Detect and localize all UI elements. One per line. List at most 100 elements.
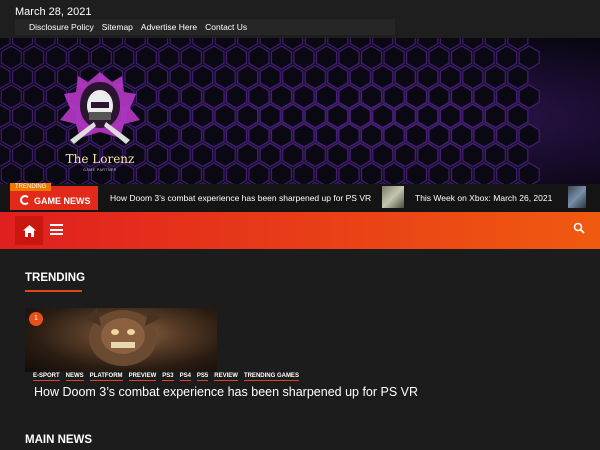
hex-cell <box>518 162 540 184</box>
hamburger-icon[interactable] <box>50 224 63 235</box>
logo-name: The Lorenz <box>65 152 135 166</box>
hex-cell <box>12 142 34 168</box>
tag-e-sport[interactable]: E-SPORT <box>33 373 60 381</box>
hex-cell <box>462 142 484 168</box>
hex-cell <box>0 84 22 109</box>
home-button[interactable] <box>15 216 43 245</box>
hex-cell <box>158 162 180 184</box>
tag-preview[interactable]: PREVIEW <box>128 373 157 381</box>
hex-cell <box>507 142 529 168</box>
ticker-item-2[interactable]: This Week on Xbox: March 26, 2021 <box>415 193 552 203</box>
hex-cell <box>23 162 45 184</box>
hex-cell <box>282 64 304 90</box>
hex-cell <box>417 142 439 168</box>
hex-cell <box>484 64 506 90</box>
tag-review[interactable]: REVIEW <box>214 373 238 381</box>
site-logo[interactable]: The Lorenz GAME PARTNER <box>50 68 150 178</box>
hex-cell <box>439 38 461 51</box>
hex-cell <box>293 84 315 109</box>
hex-cell <box>56 38 79 51</box>
hex-cell <box>225 123 247 148</box>
hex-cell <box>169 103 191 129</box>
tag-platform[interactable]: PLATFORM <box>89 373 123 381</box>
hex-cell <box>507 103 529 129</box>
hex-cell <box>394 38 416 51</box>
hex-cell <box>361 162 383 184</box>
hex-cell <box>101 38 124 51</box>
hex-cell <box>147 38 169 51</box>
top-link-sitemap[interactable]: Sitemap <box>102 22 133 32</box>
search-icon[interactable] <box>573 222 585 234</box>
hex-cell <box>394 142 416 168</box>
hex-cell <box>282 38 304 51</box>
hex-cell <box>0 64 11 90</box>
hex-cell <box>214 64 236 90</box>
ticker-item-1[interactable]: How Doom 3’s combat experience has been … <box>110 193 371 203</box>
hex-cell <box>394 103 416 129</box>
top-link-advertise[interactable]: Advertise Here <box>141 22 197 32</box>
top-link-disclosure[interactable]: Disclosure Policy <box>29 22 94 32</box>
top-bar: March 28, 2021 Disclosure Policy Sitemap… <box>0 0 600 38</box>
hex-cell <box>349 103 371 129</box>
top-link-contact[interactable]: Contact Us <box>205 22 247 32</box>
tag-ps5[interactable]: PS5 <box>196 373 209 381</box>
hex-cell <box>34 38 56 51</box>
hex-cell <box>304 64 326 90</box>
hex-cell <box>304 103 326 129</box>
article-image <box>85 308 161 366</box>
top-links: Disclosure Policy Sitemap Advertise Here… <box>15 19 395 35</box>
hex-cell <box>518 123 540 148</box>
hex-cell <box>451 45 473 70</box>
hex-cell <box>192 142 214 168</box>
hex-cell <box>439 142 461 168</box>
hex-cell <box>12 64 34 90</box>
hex-cell <box>406 162 428 184</box>
hex-cell <box>248 84 270 109</box>
hex-cell <box>214 103 236 129</box>
hex-cell <box>0 162 22 184</box>
hex-cell <box>248 162 270 184</box>
hex-cell <box>315 84 338 109</box>
hex-cell <box>327 38 349 51</box>
hex-cell <box>518 84 540 109</box>
ticker-thumbnail-1[interactable] <box>382 186 404 208</box>
hex-cell <box>225 162 247 184</box>
hex-cell <box>315 162 338 184</box>
hex-cell <box>327 103 349 129</box>
hex-cell <box>417 38 439 51</box>
tag-trending-games[interactable]: TRENDING GAMES <box>243 373 299 381</box>
trending-headline[interactable]: How Doom 3’s combat experience has been … <box>34 385 418 399</box>
hex-cell <box>214 38 236 51</box>
hex-cell <box>158 123 180 148</box>
ticker-thumbnail-2[interactable] <box>568 186 586 208</box>
hex-cell <box>451 162 473 184</box>
current-date: March 28, 2021 <box>15 6 92 18</box>
hex-cell <box>113 45 135 70</box>
trending-card-image[interactable]: 1 <box>25 308 217 372</box>
rank-badge: 1 <box>29 312 43 326</box>
hex-cell <box>349 142 371 168</box>
tag-ps3[interactable]: PS3 <box>162 373 174 381</box>
logo-emblem-icon <box>60 72 140 144</box>
tag-ps4[interactable]: PS4 <box>179 373 191 381</box>
hex-cell <box>338 162 360 184</box>
hex-cell <box>484 103 506 129</box>
hex-cell <box>349 64 371 90</box>
hex-cell <box>315 45 338 70</box>
hex-cell <box>169 142 191 168</box>
hex-cell <box>203 45 225 70</box>
hex-cell <box>259 142 281 168</box>
hex-cell <box>383 84 405 109</box>
hex-cell <box>0 103 11 129</box>
hex-cell <box>361 45 383 70</box>
hex-cell <box>428 84 450 109</box>
hex-cell <box>45 45 67 70</box>
hex-cell <box>90 45 112 70</box>
hex-cell <box>406 45 428 70</box>
hex-cell <box>473 45 495 70</box>
hex-cell <box>192 38 214 51</box>
hex-cell <box>439 103 461 129</box>
hex-cell <box>270 123 292 148</box>
tag-news[interactable]: NEWS <box>65 373 84 381</box>
hex-cell <box>23 123 45 148</box>
